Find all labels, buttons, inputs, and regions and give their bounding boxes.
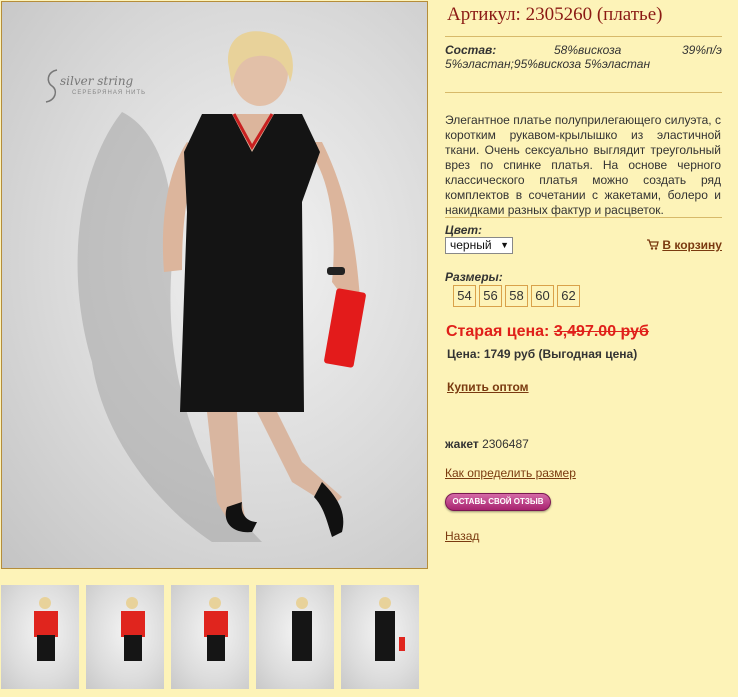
thumbnail-3[interactable] <box>171 585 249 689</box>
old-price: Старая цена: 3,497.00 руб <box>446 323 649 341</box>
size-option-62[interactable]: 62 <box>557 285 580 307</box>
divider <box>445 36 722 37</box>
cart-icon <box>647 239 659 250</box>
composition-part-2: 39%п/э <box>682 43 722 57</box>
old-price-label: Старая цена: <box>446 323 554 340</box>
color-label: Цвет: <box>445 223 483 237</box>
buy-wholesale-link[interactable]: Купить оптом <box>447 380 529 394</box>
dropdown-arrow-icon: ▼ <box>500 240 509 250</box>
composition-part-3: 5%эластан;95%вискоза 5%эластан <box>445 57 651 71</box>
brand-logo-icon <box>45 69 58 103</box>
add-to-cart-link[interactable]: В корзину <box>646 238 722 252</box>
brand-logo-text: silver string <box>60 74 134 88</box>
product-title: Артикул: 2305260 (платье) <box>447 4 663 25</box>
thumbnail-4[interactable] <box>256 585 334 689</box>
size-option-60[interactable]: 60 <box>531 285 554 307</box>
thumbnail-2[interactable] <box>86 585 164 689</box>
size-option-56[interactable]: 56 <box>479 285 502 307</box>
back-link[interactable]: Назад <box>445 529 479 543</box>
jacket-code[interactable]: 2306487 <box>482 437 529 451</box>
size-guide-link[interactable]: Как определить размер <box>445 466 576 480</box>
composition-part-1: 58%вискоза <box>554 43 622 57</box>
color-select[interactable]: черный ▼ <box>445 237 513 254</box>
divider <box>445 92 722 93</box>
thumbnail-1[interactable] <box>1 585 79 689</box>
product-description: Элегантное платье полуприлегающего силуэ… <box>445 113 721 217</box>
brand-logo-subtitle: СЕРЕБРЯНАЯ НИТЬ <box>72 90 147 96</box>
jacket-label: жакет <box>445 437 479 451</box>
related-jacket: жакет 2306487 <box>445 437 529 451</box>
old-price-value: 3,497.00 руб <box>553 323 649 340</box>
divider <box>445 217 722 218</box>
current-price: Цена: 1749 руб (Выгодная цена) <box>447 347 638 361</box>
sizes-label: Размеры: <box>445 270 503 284</box>
size-option-54[interactable]: 54 <box>453 285 476 307</box>
thumbnail-5[interactable] <box>341 585 419 689</box>
add-to-cart-label[interactable]: В корзину <box>662 238 722 252</box>
size-option-58[interactable]: 58 <box>505 285 528 307</box>
composition-label: Состав: <box>445 43 497 57</box>
main-product-photo[interactable]: silver string СЕРЕБРЯНАЯ НИТЬ <box>1 1 428 569</box>
color-select-value: черный <box>450 238 492 252</box>
leave-review-button[interactable]: ОСТАВЬ СВОЙ ОТЗЫВ <box>445 493 551 511</box>
